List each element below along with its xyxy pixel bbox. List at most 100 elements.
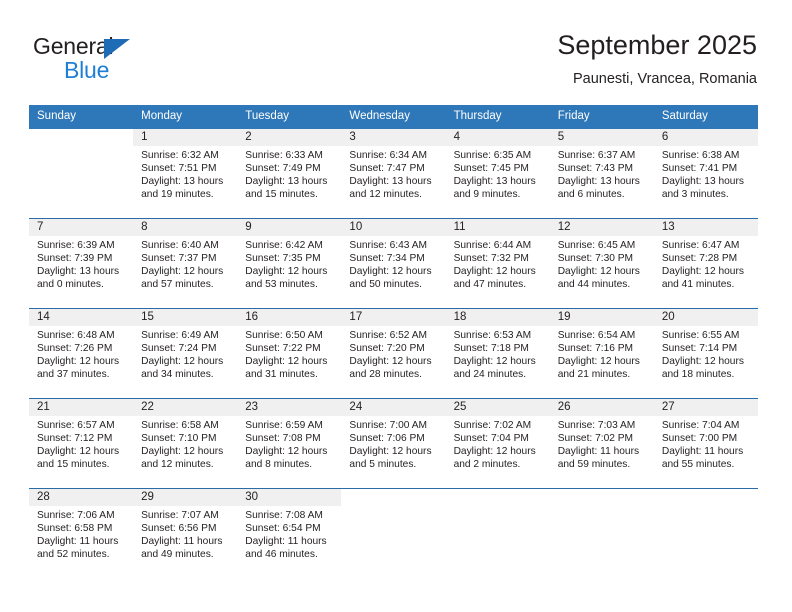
day-cell-19[interactable]: 19 Sunrise: 6:54 AM Sunset: 7:16 PM Dayl…	[549, 309, 654, 398]
day-cell-21[interactable]: 21 Sunrise: 6:57 AM Sunset: 7:12 PM Dayl…	[29, 399, 134, 488]
sunrise-text: Sunrise: 6:40 AM	[141, 240, 219, 251]
day-cell: 27 Sunrise: 7:04 AM Sunset: 7:00 PM Dayl…	[653, 398, 758, 489]
day-number: 16	[237, 309, 342, 326]
sunset-text: Sunset: 6:56 PM	[141, 522, 217, 534]
day-number: 27	[653, 399, 758, 416]
sunset-text: Sunset: 7:06 PM	[349, 432, 425, 444]
sunrise-text: Sunrise: 6:57 AM	[37, 420, 115, 431]
day-cell-28[interactable]: 28 Sunrise: 7:06 AM Sunset: 6:58 PM Dayl…	[29, 489, 134, 578]
daylight-text: Daylight: 11 hours and 46 minutes.	[245, 535, 327, 560]
sunset-text: Sunset: 7:24 PM	[141, 342, 217, 354]
day-cell-14[interactable]: 14 Sunrise: 6:48 AM Sunset: 7:26 PM Dayl…	[29, 309, 134, 398]
day-cell: 18 Sunrise: 6:53 AM Sunset: 7:18 PM Dayl…	[445, 308, 550, 399]
day-cell-16[interactable]: 16 Sunrise: 6:50 AM Sunset: 7:22 PM Dayl…	[237, 309, 342, 398]
day-cell-17[interactable]: 17 Sunrise: 6:52 AM Sunset: 7:20 PM Dayl…	[341, 309, 446, 398]
sunset-text: Sunset: 7:28 PM	[661, 252, 738, 264]
day-number: 29	[133, 489, 238, 506]
sunset-text: Sunset: 7:49 PM	[245, 162, 321, 174]
day-cell-8[interactable]: 8 Sunrise: 6:40 AM Sunset: 7:37 PM Dayli…	[133, 219, 238, 308]
week-row: 28 Sunrise: 7:06 AM Sunset: 6:58 PM Dayl…	[29, 488, 758, 578]
day-cell: 5 Sunrise: 6:37 AM Sunset: 7:43 PM Dayli…	[549, 129, 654, 219]
day-cell-9[interactable]: 9 Sunrise: 6:42 AM Sunset: 7:35 PM Dayli…	[237, 219, 342, 308]
sunset-text: Sunset: 7:16 PM	[557, 342, 634, 354]
day-cell-29[interactable]: 29 Sunrise: 7:07 AM Sunset: 6:56 PM Dayl…	[133, 489, 238, 578]
day-cell	[445, 488, 550, 578]
day-cell-26[interactable]: 26 Sunrise: 7:03 AM Sunset: 7:02 PM Dayl…	[549, 399, 654, 488]
sunset-text: Sunset: 7:37 PM	[141, 252, 217, 264]
daylight-text: Daylight: 12 hours and 5 minutes.	[349, 445, 432, 470]
day-cell: 28 Sunrise: 7:06 AM Sunset: 6:58 PM Dayl…	[29, 488, 134, 578]
daylight-text: Daylight: 12 hours and 37 minutes.	[37, 355, 120, 380]
day-number: 9	[237, 219, 342, 236]
day-cell-18[interactable]: 18 Sunrise: 6:53 AM Sunset: 7:18 PM Dayl…	[445, 309, 550, 398]
day-cell-15[interactable]: 15 Sunrise: 6:49 AM Sunset: 7:24 PM Dayl…	[133, 309, 238, 398]
day-info: Sunrise: 7:03 AM Sunset: 7:02 PM Dayligh…	[550, 416, 654, 472]
sunset-text: Sunset: 7:43 PM	[557, 162, 634, 174]
day-cell-12[interactable]: 12 Sunrise: 6:45 AM Sunset: 7:30 PM Dayl…	[549, 219, 654, 308]
sunset-text: Sunset: 7:12 PM	[37, 432, 113, 444]
title-block: September 2025 Paunesti, Vrancea, Romani…	[557, 28, 757, 89]
column-header-friday: Friday	[549, 105, 654, 129]
daylight-text: Daylight: 12 hours and 12 minutes.	[141, 445, 224, 470]
day-number: 21	[29, 399, 134, 416]
generalblue-logo: General Blue	[33, 33, 213, 85]
day-cell-7[interactable]: 7 Sunrise: 6:39 AM Sunset: 7:39 PM Dayli…	[29, 219, 134, 308]
day-number: 5	[549, 129, 654, 146]
daylight-text: Daylight: 12 hours and 34 minutes.	[141, 355, 224, 380]
daylight-text: Daylight: 12 hours and 41 minutes.	[661, 265, 744, 290]
day-info: Sunrise: 7:02 AM Sunset: 7:04 PM Dayligh…	[446, 416, 550, 472]
sunset-text: Sunset: 6:58 PM	[37, 522, 113, 534]
day-cell-24[interactable]: 24 Sunrise: 7:00 AM Sunset: 7:06 PM Dayl…	[341, 399, 446, 488]
calendar-table: Sunday Monday Tuesday Wednesday Thursday…	[29, 105, 758, 578]
day-cell-20[interactable]: 20 Sunrise: 6:55 AM Sunset: 7:14 PM Dayl…	[653, 309, 758, 398]
sunrise-text: Sunrise: 6:59 AM	[245, 420, 323, 431]
daylight-text: Daylight: 12 hours and 8 minutes.	[245, 445, 328, 470]
day-cell: 30 Sunrise: 7:08 AM Sunset: 6:54 PM Dayl…	[237, 488, 342, 578]
week-row: 1 Sunrise: 6:32 AM Sunset: 7:51 PM Dayli…	[29, 129, 758, 219]
day-cell-3[interactable]: 3 Sunrise: 6:34 AM Sunset: 7:47 PM Dayli…	[341, 129, 446, 218]
sunset-text: Sunset: 7:45 PM	[453, 162, 529, 174]
day-cell-1[interactable]: 1 Sunrise: 6:32 AM Sunset: 7:51 PM Dayli…	[133, 129, 238, 218]
day-number: 8	[133, 219, 238, 236]
day-cell-4[interactable]: 4 Sunrise: 6:35 AM Sunset: 7:45 PM Dayli…	[445, 129, 550, 218]
day-cell-30[interactable]: 30 Sunrise: 7:08 AM Sunset: 6:54 PM Dayl…	[237, 489, 342, 578]
day-cell-22[interactable]: 22 Sunrise: 6:58 AM Sunset: 7:10 PM Dayl…	[133, 399, 238, 488]
day-cell-13[interactable]: 13 Sunrise: 6:47 AM Sunset: 7:28 PM Dayl…	[653, 219, 758, 308]
day-cell-6[interactable]: 6 Sunrise: 6:38 AM Sunset: 7:41 PM Dayli…	[653, 129, 758, 218]
day-info: Sunrise: 6:44 AM Sunset: 7:32 PM Dayligh…	[446, 236, 550, 292]
day-info: Sunrise: 7:04 AM Sunset: 7:00 PM Dayligh…	[654, 416, 758, 472]
day-number: 3	[341, 129, 446, 146]
sunrise-text: Sunrise: 6:53 AM	[453, 330, 532, 341]
day-cell-23[interactable]: 23 Sunrise: 6:59 AM Sunset: 7:08 PM Dayl…	[237, 399, 342, 488]
day-number: 2	[237, 129, 342, 146]
sunrise-text: Sunrise: 7:04 AM	[661, 420, 740, 431]
logo-triangle-icon	[104, 39, 130, 59]
day-cell-11[interactable]: 11 Sunrise: 6:44 AM Sunset: 7:32 PM Dayl…	[445, 219, 550, 308]
day-cell-5[interactable]: 5 Sunrise: 6:37 AM Sunset: 7:43 PM Dayli…	[549, 129, 654, 218]
daylight-text: Daylight: 11 hours and 59 minutes.	[557, 445, 640, 470]
day-cell: 10 Sunrise: 6:43 AM Sunset: 7:34 PM Dayl…	[341, 218, 446, 309]
day-cell: 24 Sunrise: 7:00 AM Sunset: 7:06 PM Dayl…	[341, 398, 446, 489]
day-number: 25	[445, 399, 550, 416]
day-number: 6	[653, 129, 758, 146]
day-info: Sunrise: 6:47 AM Sunset: 7:28 PM Dayligh…	[654, 236, 758, 292]
day-number: 14	[29, 309, 134, 326]
day-cell-empty	[29, 129, 133, 218]
day-cell: 6 Sunrise: 6:38 AM Sunset: 7:41 PM Dayli…	[653, 129, 758, 219]
sunrise-text: Sunrise: 7:03 AM	[557, 420, 636, 431]
day-cell-25[interactable]: 25 Sunrise: 7:02 AM Sunset: 7:04 PM Dayl…	[445, 399, 550, 488]
sunset-text: Sunset: 7:18 PM	[453, 342, 529, 354]
day-number: 17	[341, 309, 446, 326]
day-number	[341, 489, 445, 506]
day-cell-27[interactable]: 27 Sunrise: 7:04 AM Sunset: 7:00 PM Dayl…	[653, 399, 758, 488]
day-info: Sunrise: 6:59 AM Sunset: 7:08 PM Dayligh…	[237, 416, 341, 472]
day-info: Sunrise: 6:37 AM Sunset: 7:43 PM Dayligh…	[550, 146, 654, 202]
day-info: Sunrise: 6:57 AM Sunset: 7:12 PM Dayligh…	[29, 416, 133, 472]
day-info: Sunrise: 6:58 AM Sunset: 7:10 PM Dayligh…	[133, 416, 237, 472]
day-cell	[341, 488, 446, 578]
day-number: 10	[341, 219, 446, 236]
day-cell-2[interactable]: 2 Sunrise: 6:33 AM Sunset: 7:49 PM Dayli…	[237, 129, 342, 218]
sunrise-text: Sunrise: 6:38 AM	[661, 150, 740, 161]
day-info: Sunrise: 6:50 AM Sunset: 7:22 PM Dayligh…	[237, 326, 341, 382]
day-cell-10[interactable]: 10 Sunrise: 6:43 AM Sunset: 7:34 PM Dayl…	[341, 219, 446, 308]
